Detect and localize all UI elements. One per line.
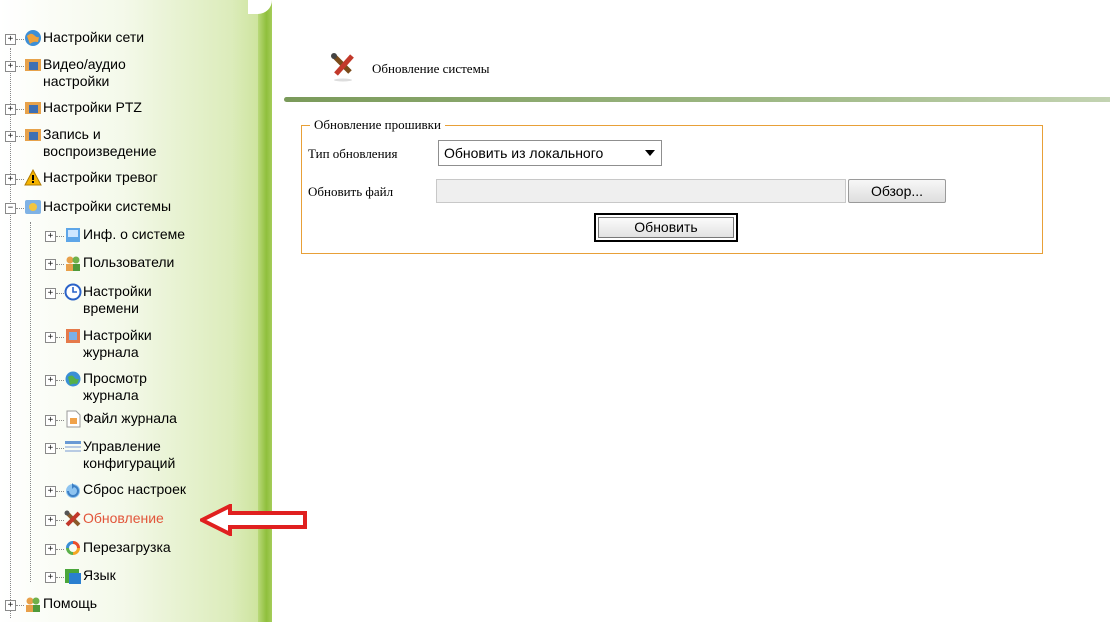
expand-icon[interactable]: + bbox=[45, 572, 56, 583]
network-globe-icon bbox=[24, 29, 42, 47]
tools-icon bbox=[64, 510, 82, 528]
collapse-icon[interactable]: − bbox=[5, 203, 16, 214]
sidebar-item-log-file[interactable]: + Файл журнала bbox=[45, 410, 177, 428]
expand-icon[interactable]: + bbox=[45, 443, 56, 454]
help-icon bbox=[24, 595, 42, 613]
expand-icon[interactable]: + bbox=[45, 415, 56, 426]
tree-line bbox=[30, 222, 31, 582]
expand-icon[interactable]: + bbox=[45, 259, 56, 270]
sidebar-item-system-settings[interactable]: − Настройки системы bbox=[5, 198, 171, 216]
sidebar-item-ptz-settings[interactable]: + Настройки PTZ bbox=[5, 99, 142, 117]
sidebar-item-help[interactable]: + Помощь bbox=[5, 595, 97, 613]
expand-icon[interactable]: + bbox=[5, 131, 16, 142]
sidebar-item-system-info[interactable]: + Инф. о системе bbox=[45, 226, 185, 244]
sidebar-item-label: Сброс настроек bbox=[83, 481, 187, 497]
sidebar-item-label: Запись и воспроизведение bbox=[43, 126, 157, 159]
sidebar-item-label: Помощь bbox=[43, 595, 98, 611]
clock-icon bbox=[64, 283, 82, 301]
update-type-label: Тип обновления bbox=[308, 146, 398, 161]
sidebar-item-label: Просмотр журнала bbox=[83, 370, 147, 403]
camera-icon bbox=[24, 56, 42, 74]
log-file-icon bbox=[64, 410, 82, 428]
sidebar-item-label: Настройки PTZ bbox=[43, 99, 142, 115]
annotation-arrow-icon bbox=[200, 504, 307, 536]
expand-icon[interactable]: + bbox=[45, 332, 56, 343]
sidebar-item-language[interactable]: + Язык bbox=[45, 567, 116, 585]
system-info-icon bbox=[64, 226, 82, 244]
sidebar-item-network-settings[interactable]: + Настройки сети bbox=[5, 29, 144, 47]
sidebar-item-label: Пользователи bbox=[83, 254, 175, 270]
log-settings-icon bbox=[64, 327, 82, 345]
camera-icon bbox=[24, 126, 42, 144]
language-icon bbox=[64, 567, 82, 585]
update-button-label: Обновить bbox=[598, 217, 734, 238]
expand-icon[interactable]: + bbox=[45, 375, 56, 386]
sidebar-item-alarm-settings[interactable]: + Настройки тревог bbox=[5, 168, 158, 187]
log-view-icon bbox=[64, 370, 82, 388]
update-type-value: Обновить из локального bbox=[444, 145, 604, 161]
sidebar-item-log-settings[interactable]: + Настройки журнала bbox=[45, 327, 152, 361]
sidebar-item-label: Видео/аудио настройки bbox=[43, 56, 126, 89]
sidebar-item-log-view[interactable]: + Просмотр журнала bbox=[45, 370, 147, 404]
sidebar-item-users[interactable]: + Пользователи bbox=[45, 254, 174, 272]
sidebar-item-label: Перезагрузка bbox=[83, 539, 171, 555]
camera-icon bbox=[24, 99, 42, 117]
fieldset-legend: Обновление прошивки bbox=[310, 117, 445, 133]
update-file-input[interactable] bbox=[436, 179, 846, 203]
sidebar-item-label: Язык bbox=[83, 567, 116, 583]
users-icon bbox=[64, 254, 82, 272]
warning-icon bbox=[24, 168, 42, 187]
expand-icon[interactable]: + bbox=[45, 544, 56, 555]
chevron-down-icon bbox=[645, 150, 655, 156]
sidebar-item-label: Настройки сети bbox=[43, 29, 145, 45]
sidebar-item-label: Файл журнала bbox=[83, 410, 177, 426]
title-divider bbox=[284, 97, 1110, 102]
config-icon bbox=[64, 438, 82, 456]
expand-icon[interactable]: + bbox=[5, 174, 16, 185]
sidebar-item-label: Инф. о системе bbox=[83, 226, 186, 242]
sidebar-item-config-management[interactable]: + Управление конфигураций bbox=[45, 438, 175, 472]
sidebar-item-label: Обновление bbox=[83, 510, 164, 526]
sidebar-item-recording[interactable]: + Запись и воспроизведение bbox=[5, 126, 157, 160]
sidebar-item-time-settings[interactable]: + Настройки времени bbox=[45, 283, 152, 317]
sidebar-item-update[interactable]: + Обновление bbox=[45, 510, 164, 528]
expand-icon[interactable]: + bbox=[5, 34, 16, 45]
sidebar-item-label: Настройки тревог bbox=[43, 169, 158, 185]
tools-icon bbox=[330, 52, 356, 82]
update-type-select[interactable]: Обновить из локального bbox=[438, 140, 662, 166]
sidebar-item-label: Управление конфигураций bbox=[83, 438, 176, 471]
expand-icon[interactable]: + bbox=[5, 600, 16, 611]
sidebar-item-reboot[interactable]: + Перезагрузка bbox=[45, 539, 171, 557]
expand-icon[interactable]: + bbox=[45, 515, 56, 526]
sidebar-item-label: Настройки системы bbox=[43, 198, 172, 214]
sidebar-item-video-audio[interactable]: + Видео/аудио настройки bbox=[5, 56, 126, 90]
update-file-label: Обновить файл bbox=[308, 184, 394, 199]
update-button[interactable]: Обновить bbox=[594, 213, 738, 242]
sidebar-item-label: Настройки журнала bbox=[83, 327, 152, 360]
sidebar-item-factory-reset[interactable]: + Сброс настроек bbox=[45, 481, 186, 499]
reboot-icon bbox=[64, 539, 82, 557]
expand-icon[interactable]: + bbox=[45, 288, 56, 299]
system-settings-icon bbox=[24, 198, 42, 216]
browse-button[interactable]: Обзор... bbox=[848, 179, 946, 203]
sidebar-item-label: Настройки времени bbox=[83, 283, 152, 316]
reset-icon bbox=[64, 481, 82, 499]
expand-icon[interactable]: + bbox=[45, 231, 56, 242]
page-title: Обновление системы bbox=[372, 61, 490, 76]
expand-icon[interactable]: + bbox=[45, 486, 56, 497]
expand-icon[interactable]: + bbox=[5, 61, 16, 72]
expand-icon[interactable]: + bbox=[5, 104, 16, 115]
